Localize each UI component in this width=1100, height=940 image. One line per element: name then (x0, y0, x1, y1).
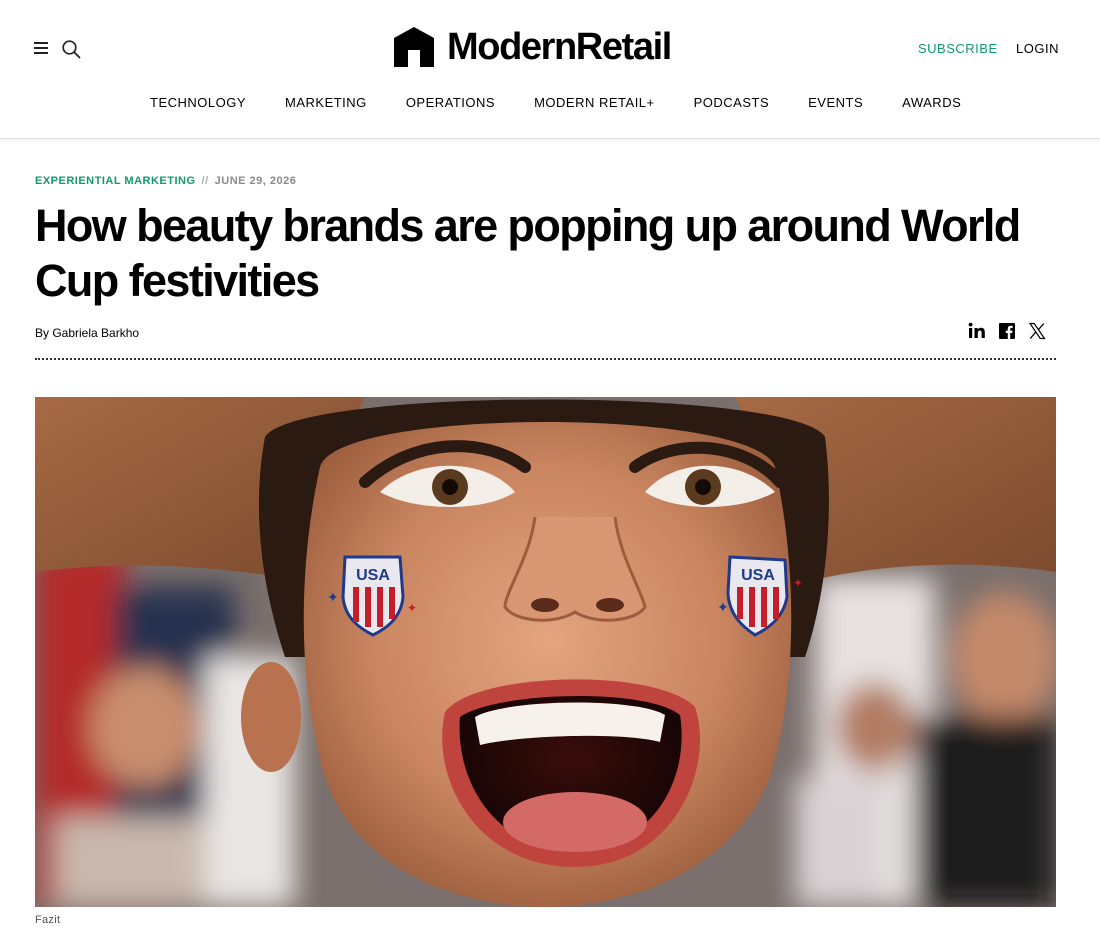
nav-item-podcasts[interactable]: PODCASTS (694, 95, 770, 111)
article-meta: EXPERIENTIAL MARKETING // JUNE 29, 2026 (35, 175, 296, 187)
nav-item-modern-retail-plus[interactable]: MODERN RETAIL+ (534, 95, 655, 111)
svg-text:✦: ✦ (407, 601, 417, 615)
linkedin-icon[interactable] (968, 322, 986, 340)
brand-logo[interactable]: ModernRetail (393, 26, 672, 68)
search-icon[interactable] (61, 39, 81, 59)
main-nav: TECHNOLOGY MARKETING OPERATIONS MODERN R… (150, 95, 961, 111)
article-headline: How beauty brands are popping up around … (35, 200, 1021, 306)
x-icon[interactable] (1028, 322, 1046, 340)
nav-item-marketing[interactable]: MARKETING (285, 95, 367, 111)
nav-item-events[interactable]: EVENTS (808, 95, 863, 111)
facebook-icon[interactable] (998, 322, 1016, 340)
svg-text:✦: ✦ (327, 589, 339, 605)
nav-item-awards[interactable]: AWARDS (902, 95, 961, 111)
svg-text:✦: ✦ (793, 576, 803, 590)
hero-image: USA USA ✦ ✦ ✦ ✦ (35, 397, 1056, 907)
byline: By Gabriela Barkho (35, 326, 140, 340)
svg-text:✦: ✦ (717, 599, 729, 615)
brand-name: ModernRetail (447, 26, 672, 68)
byline-divider (35, 358, 1056, 360)
svg-text:USA: USA (741, 567, 775, 584)
hamburger-menu-icon[interactable] (34, 42, 49, 56)
meta-separator: // (201, 175, 209, 187)
logo-mark-icon (394, 27, 434, 67)
site-header: ModernRetail SUBSCRIBE LOGIN TECHNOLOGY … (0, 0, 1100, 139)
nav-item-operations[interactable]: OPERATIONS (406, 95, 495, 111)
publish-date: JUNE 29, 2026 (214, 175, 297, 187)
login-link[interactable]: LOGIN (1016, 41, 1059, 56)
subscribe-link[interactable]: SUBSCRIBE (918, 41, 998, 56)
svg-text:USA: USA (356, 567, 390, 584)
nav-item-technology[interactable]: TECHNOLOGY (150, 95, 246, 111)
category-link[interactable]: EXPERIENTIAL MARKETING (35, 175, 196, 187)
share-bar (968, 322, 1046, 340)
image-caption: Fazit (35, 914, 61, 926)
fan-photo: USA USA ✦ ✦ ✦ ✦ (35, 397, 1056, 907)
